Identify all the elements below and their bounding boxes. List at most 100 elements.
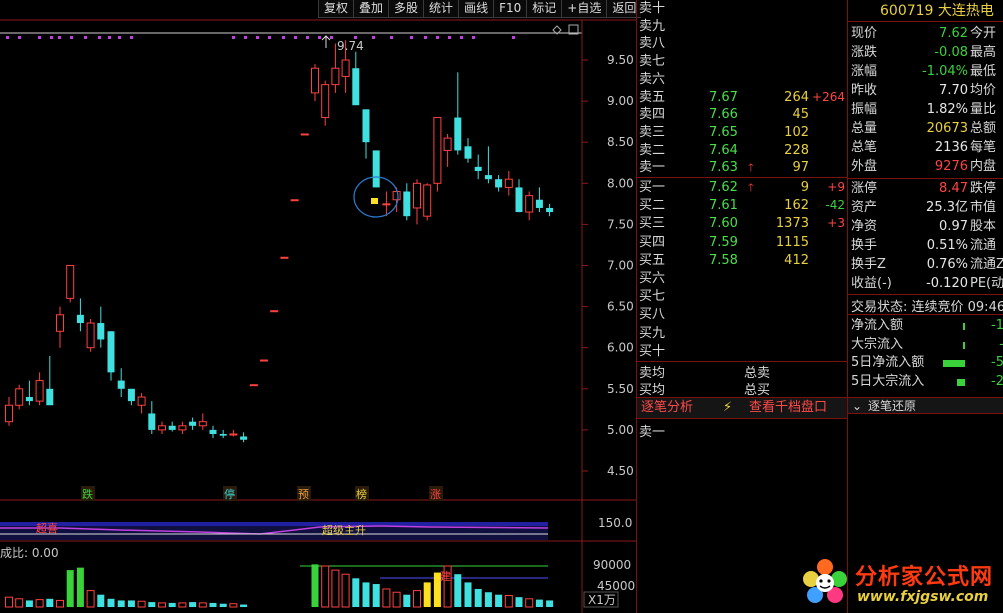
quote-key: 换手Z — [851, 257, 886, 272]
ask-row[interactable]: 卖五 7.67 264 +264 — [637, 89, 847, 107]
bid-row[interactable]: 买三 7.60 1373 +3 — [637, 215, 847, 233]
volume-bar — [423, 582, 431, 607]
ask-row[interactable]: 卖六 — [637, 71, 847, 89]
candle-body — [178, 425, 187, 431]
quote-row: 资产 25.3亿 市值 — [848, 198, 1003, 217]
signal-dot — [84, 36, 87, 39]
candle-body — [240, 436, 248, 440]
level-volume: 162 — [784, 198, 809, 214]
quote-key: 收益(-) — [851, 276, 892, 291]
candle-body — [454, 117, 462, 151]
bid-row[interactable]: 买八 — [637, 306, 847, 324]
quote-panel: 600719 大连热电 现价 7.62 今开 涨跌 -0.08 最高 涨幅 -1.04% 最低昨… — [847, 0, 1003, 613]
candle-body — [25, 397, 33, 402]
quote-key-right: 流通 — [970, 238, 997, 253]
level-price: 7.62 — [709, 180, 738, 195]
bid-row[interactable]: 买九 — [637, 325, 847, 343]
level-label: 卖三 — [639, 124, 666, 140]
level-label: 买九 — [639, 325, 666, 341]
price-tick-label: 5.50 — [607, 382, 634, 396]
candle-body — [321, 84, 330, 119]
quote-row: 振幅 1.82% 量比 — [848, 100, 1003, 119]
bid-row[interactable]: 买六 — [637, 270, 847, 288]
volume-bar — [382, 588, 391, 608]
volume-bar — [504, 595, 513, 608]
volume-bar — [495, 594, 503, 607]
volume-bar — [86, 590, 95, 608]
volume-bar — [158, 602, 166, 608]
bid-row[interactable]: 买二 7.61 162 -42 — [637, 197, 847, 215]
volume-bar — [97, 594, 105, 607]
quote-row: 换手Z 0.76% 流通Z — [848, 255, 1003, 274]
bid-row[interactable]: 买一 7.62 🡑 9 +9 — [637, 179, 847, 197]
price-tick-label: 8.50 — [607, 135, 634, 149]
volume-high-label: 90000 — [593, 558, 631, 572]
ask-row[interactable]: 卖三 7.65 102 — [637, 124, 847, 142]
tick-restore-bar[interactable]: ⌄ 逐笔还原 — [848, 397, 1003, 414]
candle-body — [413, 182, 421, 209]
signal-dot — [472, 36, 475, 39]
candle-body — [484, 175, 492, 180]
signal-dot — [306, 36, 309, 39]
flow-key: 5日净流入额 — [851, 355, 925, 370]
flow-value: -1 — [991, 318, 1003, 333]
candle-body — [66, 265, 75, 299]
ask-row[interactable]: 卖一 7.63 🡑 97 — [637, 159, 847, 177]
flow-row: 5日大宗流入 -2 — [848, 373, 1003, 391]
candle-body — [443, 137, 452, 151]
bid-row[interactable]: 买五 7.58 412 — [637, 252, 847, 270]
flow-bar — [943, 360, 965, 367]
signal-dot — [372, 36, 375, 39]
volume-bar — [240, 604, 248, 607]
ask-row[interactable]: 卖七 — [637, 53, 847, 71]
watermark-title: 分析家公式网 — [855, 565, 994, 590]
volume-bar — [168, 602, 176, 607]
level-volume: 102 — [784, 124, 809, 140]
ask-row[interactable]: 卖四 7.66 45 — [637, 106, 847, 124]
quote-value: 8.47 — [939, 181, 968, 196]
event-tag: 涨 — [430, 488, 441, 501]
candle-body — [362, 109, 370, 143]
bid-row[interactable]: 买七 — [637, 288, 847, 306]
quote-key-right: 跌停 — [970, 181, 997, 196]
volume-bar — [66, 570, 74, 607]
level-price: 7.61 — [709, 198, 738, 214]
tab-depth-book[interactable]: 查看千档盘口 — [749, 398, 827, 418]
signal-dot — [232, 36, 235, 39]
level-label: 买五 — [639, 252, 666, 268]
candle-body — [352, 68, 360, 106]
bid-row[interactable]: 买十 — [637, 343, 847, 361]
candle-body — [392, 191, 401, 201]
candle-body — [474, 166, 482, 171]
volume-bar — [321, 565, 330, 608]
quote-value: 2136 — [934, 140, 968, 155]
signal-dot — [282, 36, 285, 39]
kline-chart[interactable]: 9.50 9.00 8.50 8.00 7.50 7.00 6.50 6.00 5.50 5.00… — [0, 0, 636, 613]
volume-mark: 建 — [440, 569, 451, 583]
candle-body — [76, 314, 84, 324]
level-label: 卖四 — [639, 107, 666, 123]
chevron-down-icon[interactable]: ⌄ — [852, 398, 862, 415]
level-volume: 9 — [800, 180, 809, 195]
quote-value: 0.76% — [926, 257, 968, 272]
volume-bar — [352, 578, 360, 607]
candle-body — [137, 396, 146, 406]
flow-bar — [963, 323, 965, 330]
bid-row[interactable]: 买四 7.59 1115 — [637, 234, 847, 252]
arrow-up-icon: 🡑 — [748, 161, 754, 175]
level-price: 7.67 — [709, 89, 738, 105]
ask-row[interactable]: 卖二 7.64 228 — [637, 142, 847, 160]
quote-row: 现价 7.62 今开 — [848, 24, 1003, 43]
level-price: 7.58 — [709, 252, 738, 268]
tab-tick-analysis[interactable]: 逐笔分析 — [641, 398, 693, 418]
quote-key-right: 最低 — [970, 64, 997, 79]
volume-bar — [25, 600, 33, 607]
signal-dot — [390, 36, 393, 39]
ask-row[interactable]: 卖九 — [637, 18, 847, 36]
level-label: 卖一 — [639, 160, 666, 176]
flow-key: 净流入额 — [851, 318, 904, 333]
flow-row: 大宗流入 - — [848, 336, 1003, 354]
ask-row[interactable]: 卖八 — [637, 35, 847, 53]
ask-row[interactable]: 卖十 — [637, 0, 847, 18]
quote-key: 总笔 — [851, 140, 878, 155]
